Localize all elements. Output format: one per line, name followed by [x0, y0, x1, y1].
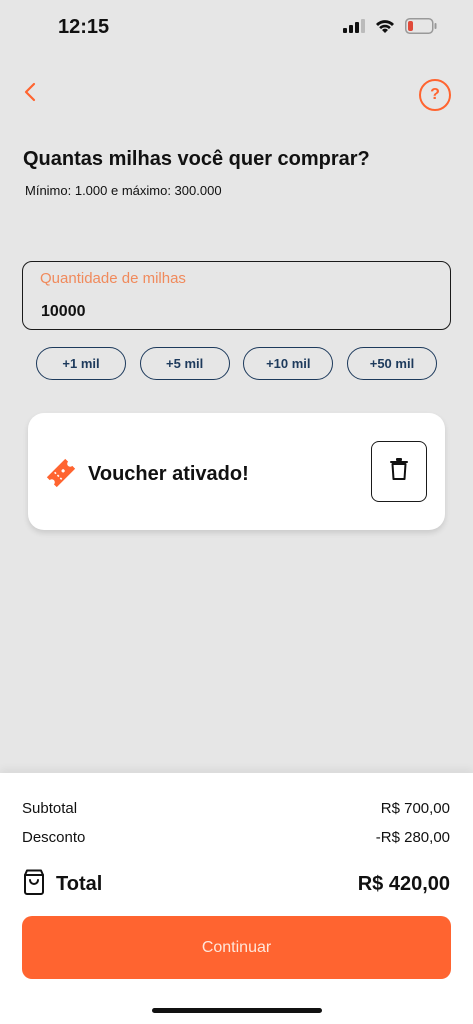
- subtotal-label: Subtotal: [22, 800, 78, 817]
- ticket-icon: [45, 457, 77, 489]
- trash-icon: [389, 457, 409, 486]
- voucher-card: Voucher ativado!: [28, 413, 445, 530]
- status-icons: [343, 18, 437, 39]
- battery-icon: [405, 18, 437, 39]
- subtotal-row: Subtotal R$ 700,00: [22, 800, 450, 817]
- total-left: Total: [22, 869, 102, 900]
- quantity-input[interactable]: [41, 303, 421, 321]
- discount-label: Desconto: [22, 829, 86, 846]
- home-indicator: [152, 1008, 322, 1013]
- order-summary-sheet: Subtotal R$ 700,00 Desconto -R$ 280,00 T…: [0, 773, 473, 1024]
- page-title: Quantas milhas você quer comprar?: [23, 148, 370, 170]
- shopping-bag-icon: [22, 869, 46, 900]
- status-time: 12:15: [58, 16, 110, 38]
- chevron-left-icon: [23, 82, 37, 107]
- chip-add-5k[interactable]: +5 mil: [139, 347, 230, 380]
- subtotal-value: R$ 700,00: [380, 800, 450, 817]
- quantity-field-label: Quantidade de milhas: [40, 270, 186, 287]
- chip-add-50k[interactable]: +50 mil: [346, 347, 437, 380]
- discount-row: Desconto -R$ 280,00: [22, 829, 450, 846]
- signal-icon: [343, 19, 365, 38]
- continue-button[interactable]: Continuar: [22, 916, 451, 979]
- status-bar: 12:15: [0, 0, 473, 56]
- wifi-icon: [375, 19, 395, 39]
- help-button[interactable]: ?: [419, 79, 451, 111]
- quantity-field[interactable]: Quantidade de milhas: [22, 261, 451, 330]
- total-label: Total: [56, 873, 103, 895]
- discount-value: -R$ 280,00: [375, 829, 450, 846]
- chip-add-10k[interactable]: +10 mil: [243, 347, 334, 380]
- total-value: R$ 420,00: [357, 873, 450, 895]
- back-button[interactable]: [16, 80, 44, 108]
- page-subtitle: Mínimo: 1.000 e máximo: 300.000: [25, 183, 222, 198]
- chip-add-1k[interactable]: +1 mil: [36, 347, 126, 380]
- help-icon: ?: [430, 86, 440, 103]
- voucher-status-text: Voucher ativado!: [88, 463, 249, 485]
- remove-voucher-button[interactable]: [371, 441, 427, 502]
- total-row: Total R$ 420,00: [22, 869, 450, 900]
- quick-add-chips: +1 mil +5 mil +10 mil +50 mil: [36, 347, 437, 380]
